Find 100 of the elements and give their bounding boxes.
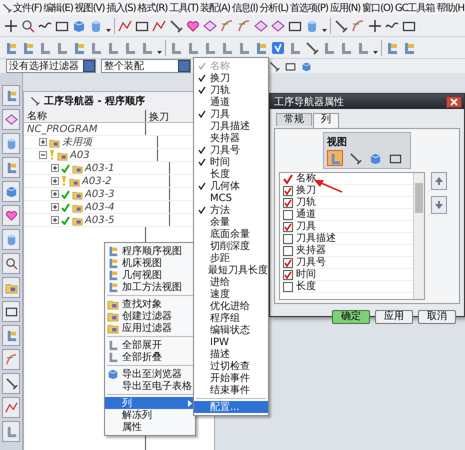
expand-toggle[interactable] (51, 190, 59, 198)
menu-item[interactable]: 格式(R) (136, 0, 168, 14)
tree-item[interactable]: A03-3 (85, 188, 115, 200)
menu-item[interactable]: 切削深度 (194, 240, 268, 252)
checkbox[interactable] (283, 222, 293, 232)
menu-item[interactable]: 属性 (105, 421, 195, 433)
menu-item[interactable]: 首选项(P) (289, 0, 329, 14)
menu-item[interactable]: 程序顺序视图 (105, 245, 195, 257)
list-item[interactable]: 刀轨 (280, 197, 413, 209)
tab[interactable]: 列 (313, 113, 339, 128)
menu-item[interactable]: 加工方法视图 (105, 281, 195, 293)
polyline-icon[interactable] (118, 18, 132, 32)
menu-item[interactable]: 解冻列 (105, 409, 195, 421)
menu-item[interactable]: 速度 (194, 288, 268, 300)
tree-item[interactable]: NC_PROGRAM (27, 124, 98, 134)
menu-item[interactable]: 换刀 (194, 72, 268, 84)
menu-item[interactable]: 创建过滤器 (105, 310, 195, 322)
menu-item[interactable]: 时间 (194, 156, 268, 168)
menu-item[interactable]: 通道 (194, 96, 268, 108)
dialog-button[interactable]: 取消 (418, 310, 456, 324)
menu-item[interactable]: 帮助(H (436, 0, 465, 14)
dialog-button[interactable]: 确定 (332, 310, 370, 324)
move-up-button[interactable] (431, 172, 447, 190)
menu-item[interactable]: 文件(F) (12, 0, 43, 14)
menu-item[interactable]: 刀具描述 (194, 120, 268, 132)
checkbox[interactable] (283, 234, 293, 244)
resource-tab[interactable] (2, 301, 20, 322)
menu-item[interactable]: 视图(V) (74, 0, 106, 14)
list-item[interactable]: 通道 (280, 209, 413, 221)
menu-item[interactable]: 刀轨 (194, 84, 268, 96)
diamond-icon[interactable] (271, 18, 285, 32)
menu-item[interactable]: 进给 (194, 276, 268, 288)
selection-filter-dropdown[interactable]: 没有选择过滤器 (6, 59, 96, 73)
expand-toggle[interactable] (51, 177, 59, 185)
menu-item[interactable]: 方法 (194, 204, 268, 216)
tree-item[interactable]: A03-5 (85, 214, 115, 226)
menu-item[interactable]: 开始事件 (194, 372, 268, 384)
tree-item[interactable]: 未用项 (62, 135, 92, 149)
menu-item[interactable]: 插入(S) (105, 0, 137, 14)
menu-item[interactable]: MCS (194, 192, 268, 204)
menu-item[interactable]: 最短刀具长度 (194, 264, 268, 276)
menu-item[interactable]: 导出至浏览器 (105, 368, 195, 380)
rectangle-icon[interactable] (285, 60, 296, 72)
tree-item[interactable]: A03 (70, 150, 90, 160)
list-item[interactable]: 刀具号 (280, 257, 413, 269)
menu-item[interactable]: 底面余量 (194, 228, 268, 240)
menu-item[interactable]: GC工具箱 (394, 0, 436, 14)
outline-icon[interactable] (186, 18, 200, 32)
checkbox[interactable] (283, 270, 293, 280)
expand-toggle[interactable] (39, 138, 47, 146)
tab[interactable]: 常规 (276, 113, 312, 126)
checkbox[interactable] (283, 198, 293, 208)
tree-item[interactable]: A03-1 (85, 162, 115, 174)
expand-toggle[interactable] (51, 203, 59, 211)
resource-tab[interactable] (2, 205, 20, 226)
menu-item[interactable]: 编辑(E) (42, 0, 74, 14)
expand-toggle[interactable] (51, 164, 59, 172)
menu-item[interactable]: 配置... (194, 401, 268, 413)
curve-icon[interactable] (237, 18, 251, 32)
list-item[interactable]: 换刀 (280, 185, 413, 197)
expand-toggle[interactable] (51, 216, 59, 224)
tree-item[interactable]: A03-2 (82, 176, 112, 186)
scrollbar[interactable] (413, 173, 424, 299)
menu-item[interactable]: 信息(I) (230, 0, 259, 14)
verify-icon[interactable] (271, 40, 285, 54)
menu-item[interactable]: 描述 (194, 348, 268, 360)
dialog-button[interactable]: 应用 (375, 310, 413, 324)
menu-item[interactable]: 优化进给 (194, 300, 268, 312)
polyline-icon[interactable] (152, 18, 166, 32)
menu-item[interactable]: 分析(L) (258, 0, 290, 14)
plus-icon[interactable] (368, 18, 382, 32)
menu-item[interactable]: 结束事件 (194, 384, 268, 396)
checkbox[interactable] (283, 258, 293, 268)
menu-item[interactable]: 查找对象 (105, 298, 195, 310)
menu-item[interactable]: 全部折叠 (105, 351, 195, 363)
curve-icon[interactable] (220, 18, 234, 32)
checkbox[interactable] (283, 282, 293, 292)
menu-item[interactable]: IPW (194, 336, 268, 348)
menu-item[interactable]: 步距 (194, 252, 268, 264)
list-item[interactable]: 长度 (280, 281, 413, 293)
menu-item[interactable]: 长度 (194, 168, 268, 180)
resource-tab[interactable] (2, 109, 20, 130)
menu-item[interactable]: 装配(A) (199, 0, 231, 14)
list-item[interactable]: 刀具 (280, 221, 413, 233)
menu-item[interactable]: 几何视图 (105, 269, 195, 281)
menu-item[interactable]: 几何体 (194, 180, 268, 192)
diamond-icon[interactable] (203, 18, 217, 32)
menu-item[interactable]: 应用(N) (328, 0, 362, 14)
menu-item[interactable]: 刀具 (194, 108, 268, 120)
menu-item[interactable]: 导出至电子表格 (105, 380, 195, 392)
menu-item[interactable]: 列 (105, 397, 195, 409)
menu-item[interactable]: 余量 (194, 216, 268, 228)
scope-dropdown[interactable]: 整个装配 (101, 59, 191, 73)
menu-item[interactable]: 程序组 (194, 312, 268, 324)
menu-item[interactable]: 工具(T) (168, 0, 200, 14)
resource-tab[interactable] (2, 253, 20, 274)
plus-icon[interactable] (4, 18, 18, 32)
list-item[interactable]: 刀具描述 (280, 233, 413, 245)
menu-item[interactable]: 全部展开 (105, 339, 195, 351)
menu-item[interactable]: 应用过滤器 (105, 322, 195, 334)
